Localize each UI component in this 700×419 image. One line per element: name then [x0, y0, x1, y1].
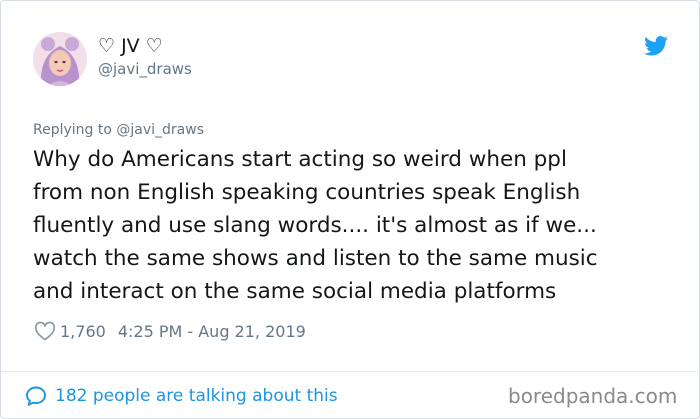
tweet-meta: 1,760 4:25 PM - Aug 21, 2019	[34, 319, 306, 343]
avatar[interactable]	[33, 32, 87, 86]
conversation-link[interactable]: 182 people are talking about this	[25, 383, 338, 409]
replying-to: Replying to @javi_draws	[33, 121, 204, 139]
tweet-timestamp[interactable]: 4:25 PM - Aug 21, 2019	[118, 322, 306, 341]
tweet-card: ♡ JV ♡ @javi_draws Replying to @javi_dra…	[0, 0, 700, 419]
twitter-bird-icon[interactable]	[644, 36, 668, 56]
heart-icon[interactable]	[34, 321, 56, 341]
display-name[interactable]: ♡ JV ♡	[98, 34, 163, 58]
tweet-text: Why do Americans start acting so weird w…	[33, 143, 683, 308]
avatar-illustration	[33, 32, 87, 86]
tweet-text-line: and interact on the same social media pl…	[33, 279, 557, 304]
watermark: boredpanda.com	[508, 384, 678, 408]
tweet-text-line: Why do Americans start acting so weird w…	[33, 147, 567, 172]
conversation-label[interactable]: 182 people are talking about this	[55, 386, 338, 406]
speech-bubble-icon	[26, 386, 46, 406]
user-handle[interactable]: @javi_draws	[98, 59, 192, 79]
tweet-text-line: from non English speaking countries spea…	[33, 180, 581, 205]
replying-to-prefix: Replying to	[33, 122, 117, 138]
tweet-text-line: watch the same shows and listen to the s…	[33, 246, 598, 271]
reply-mention-link[interactable]: @javi_draws	[116, 122, 204, 138]
divider	[1, 371, 700, 372]
like-count[interactable]: 1,760	[60, 322, 106, 341]
tweet-text-line: fluently and use slang words.... it's al…	[33, 213, 597, 238]
